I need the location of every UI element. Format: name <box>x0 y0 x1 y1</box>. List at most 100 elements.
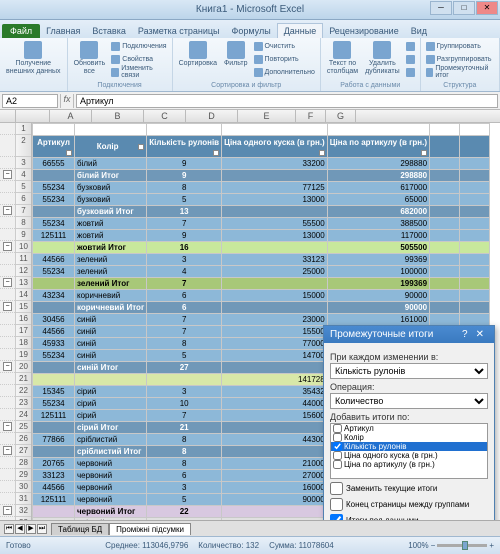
cell[interactable]: 43234 <box>33 290 75 302</box>
col-header[interactable]: A <box>50 110 92 122</box>
ungroup-button[interactable]: Разгруппировать <box>425 53 495 65</box>
select-all-corner[interactable] <box>16 110 50 122</box>
cell[interactable]: 55234 <box>33 182 75 194</box>
cell[interactable]: 13000 <box>222 194 328 206</box>
consolidate-button[interactable] <box>405 53 416 65</box>
cell[interactable]: 90000 <box>327 290 429 302</box>
cell[interactable]: зелений <box>75 254 147 266</box>
row-header[interactable]: 32 <box>16 505 31 517</box>
replace-totals-checkbox[interactable] <box>330 482 343 495</box>
cell[interactable]: 6 <box>147 290 222 302</box>
cell[interactable] <box>33 518 75 521</box>
cell[interactable]: коричневий Итог <box>75 302 147 314</box>
row-header[interactable]: 2 <box>16 135 31 157</box>
cell[interactable]: зелений Итог <box>75 278 147 290</box>
cell[interactable]: бузковий Итог <box>75 206 147 218</box>
listbox-item-checkbox[interactable] <box>333 442 342 451</box>
row-header[interactable]: 4 <box>16 169 31 181</box>
cell[interactable]: 90000 <box>327 302 429 314</box>
row-header[interactable]: 16 <box>16 313 31 325</box>
cell[interactable]: 8 <box>147 458 222 470</box>
listbox-item[interactable]: Колір <box>331 433 487 442</box>
row-header[interactable]: 28 <box>16 457 31 469</box>
sheet-nav-last[interactable]: ⏭ <box>37 524 47 534</box>
outline-collapse-button[interactable]: − <box>3 422 12 431</box>
listbox-item-checkbox[interactable] <box>333 424 342 433</box>
col-header[interactable]: G <box>326 110 356 122</box>
cell[interactable]: синій <box>75 338 147 350</box>
edit-links-button[interactable]: Изменить связи <box>110 66 167 78</box>
cell[interactable]: 117000 <box>327 230 429 242</box>
minimize-button[interactable]: ─ <box>430 1 452 15</box>
cell[interactable]: синій Итог <box>75 362 147 374</box>
cell[interactable]: 55234 <box>33 218 75 230</box>
reapply-button[interactable]: Повторить <box>253 53 316 65</box>
cell[interactable] <box>33 446 75 458</box>
row-header[interactable]: 8 <box>16 217 31 229</box>
cell[interactable]: 44566 <box>33 254 75 266</box>
cell[interactable]: сірий <box>75 410 147 422</box>
row-header[interactable]: 33 <box>16 517 31 520</box>
cell[interactable]: 682000 <box>327 206 429 218</box>
cell[interactable] <box>33 422 75 434</box>
cell[interactable] <box>222 422 328 434</box>
cell[interactable]: 7 <box>147 410 222 422</box>
row-header[interactable]: 23 <box>16 397 31 409</box>
tab-formulas[interactable]: Формулы <box>226 24 277 38</box>
sheet-tab[interactable]: Таблиця БД <box>51 523 109 535</box>
cell[interactable]: 100000 <box>327 266 429 278</box>
cell[interactable]: сірий <box>75 386 147 398</box>
cell[interactable]: 30456 <box>33 314 75 326</box>
cell[interactable]: синій <box>75 314 147 326</box>
cell[interactable]: 77125 <box>222 182 328 194</box>
row-header[interactable]: 19 <box>16 349 31 361</box>
cell[interactable]: білий <box>75 158 147 170</box>
cell[interactable]: 55500 <box>222 218 328 230</box>
name-box[interactable] <box>2 94 58 108</box>
tab-view[interactable]: Вид <box>405 24 433 38</box>
cell[interactable]: 16 <box>147 242 222 254</box>
cell[interactable]: 44300 <box>222 434 328 446</box>
cell[interactable] <box>33 302 75 314</box>
row-header[interactable]: 27 <box>16 445 31 457</box>
outline-pane[interactable]: −−−−−−−−− <box>0 123 16 520</box>
totals-below-checkbox[interactable] <box>330 514 343 520</box>
row-header[interactable]: 25 <box>16 421 31 433</box>
cell[interactable]: 129 <box>147 518 222 521</box>
cell[interactable]: 9 <box>147 170 222 182</box>
outline-collapse-button[interactable]: − <box>3 170 12 179</box>
outline-collapse-button[interactable]: − <box>3 206 12 215</box>
filter-dropdown-icon[interactable] <box>421 150 427 156</box>
cell[interactable]: 99369 <box>327 254 429 266</box>
cell[interactable]: 6 <box>147 470 222 482</box>
cell[interactable]: 55234 <box>33 350 75 362</box>
filter-dropdown-icon[interactable] <box>319 150 325 156</box>
cell[interactable]: 5 <box>147 494 222 506</box>
close-button[interactable]: ✕ <box>476 1 498 15</box>
cell[interactable]: 44566 <box>33 482 75 494</box>
fx-button[interactable]: fx <box>60 94 74 108</box>
cell[interactable] <box>222 446 328 458</box>
cell[interactable]: 8 <box>147 434 222 446</box>
col-header[interactable]: C <box>144 110 186 122</box>
cell[interactable] <box>222 170 328 182</box>
cell[interactable] <box>33 278 75 290</box>
properties-button[interactable]: Свойства <box>110 53 167 65</box>
cell[interactable]: 22 <box>147 506 222 518</box>
row-header[interactable]: 31 <box>16 493 31 505</box>
dialog-close-button[interactable]: ✕ <box>472 329 488 340</box>
outline-collapse-button[interactable]: − <box>3 242 12 251</box>
cell[interactable]: червоний Итог <box>75 506 147 518</box>
cell[interactable]: 6 <box>147 302 222 314</box>
cell[interactable]: 7 <box>147 218 222 230</box>
zoom-slider[interactable] <box>437 544 487 547</box>
cell[interactable] <box>33 374 75 386</box>
zoom-level[interactable]: 100% <box>408 541 428 550</box>
data-validation-button[interactable] <box>405 40 416 52</box>
row-header[interactable]: 20 <box>16 361 31 373</box>
cell[interactable]: 125111 <box>33 410 75 422</box>
cell[interactable]: 14700 <box>222 350 328 362</box>
cell[interactable]: 7 <box>147 314 222 326</box>
connections-button[interactable]: Подключения <box>110 40 167 52</box>
tab-layout[interactable]: Разметка страницы <box>132 24 226 38</box>
